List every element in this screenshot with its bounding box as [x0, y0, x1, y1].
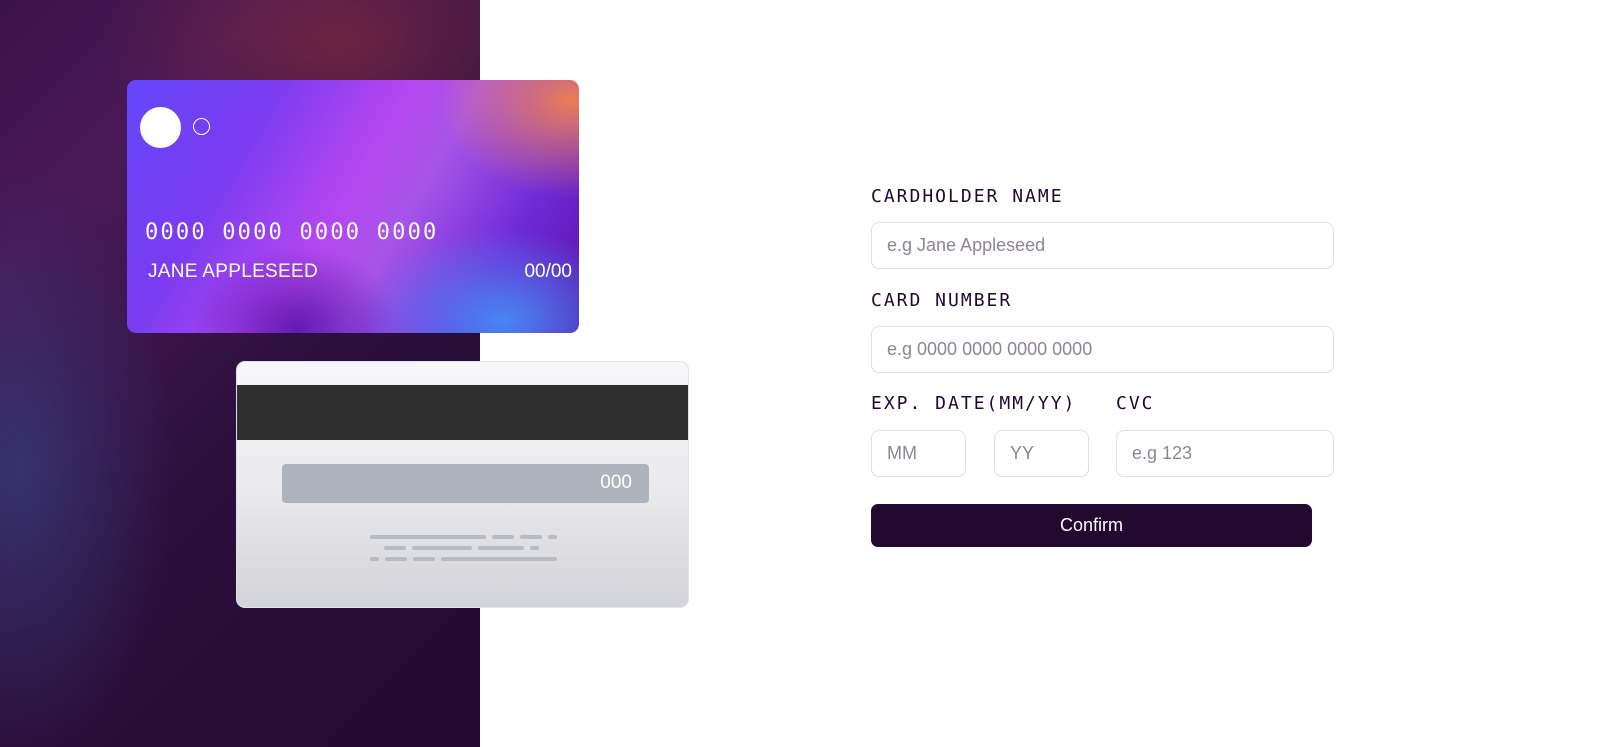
card-number-label: CARD NUMBER [871, 290, 1013, 311]
cardholder-name-input[interactable] [871, 222, 1334, 269]
page: 0000 0000 0000 0000 JANE APPLESEED 00/00… [0, 0, 1610, 747]
decorative-dash [370, 535, 486, 539]
decorative-dash [530, 546, 539, 550]
decorative-dash [548, 535, 557, 539]
decorative-dash [412, 546, 472, 550]
exp-month-input[interactable] [871, 430, 966, 477]
cardholder-name-label: CARDHOLDER NAME [871, 186, 1064, 207]
card-back-cvc: 000 [600, 472, 632, 493]
cvc-input[interactable] [1116, 430, 1334, 477]
card-details-form: CARDHOLDER NAME CARD NUMBER EXP. DATE(MM… [871, 0, 1341, 747]
card-front-holder-name: JANE APPLESEED [148, 261, 318, 282]
card-back-magnetic-strip [237, 385, 688, 440]
decorative-dash [520, 535, 542, 539]
decorative-dash [384, 546, 406, 550]
decorative-dash [385, 557, 407, 561]
decorative-dash [413, 557, 435, 561]
card-number-input[interactable] [871, 326, 1334, 373]
card-front: 0000 0000 0000 0000 JANE APPLESEED 00/00 [127, 80, 579, 333]
decorative-dash [478, 546, 524, 550]
exp-year-input[interactable] [994, 430, 1089, 477]
exp-date-label: EXP. DATE(MM/YY) [871, 393, 1077, 414]
decorative-dash [441, 557, 557, 561]
decorative-dash [370, 557, 379, 561]
card-front-number: 0000 0000 0000 0000 [145, 220, 439, 245]
cvc-label: CVC [1116, 393, 1155, 414]
decorative-dash [492, 535, 514, 539]
card-back-decorative-lines [370, 535, 570, 575]
confirm-button[interactable]: Confirm [871, 504, 1312, 547]
card-front-expiry: 00/00 [524, 261, 572, 282]
card-back-signature-strip: 000 [282, 464, 649, 503]
card-back: 000 [236, 361, 689, 608]
card-logo-circle-filled-icon [140, 107, 181, 148]
card-logo-circle-outline-icon [193, 118, 210, 135]
